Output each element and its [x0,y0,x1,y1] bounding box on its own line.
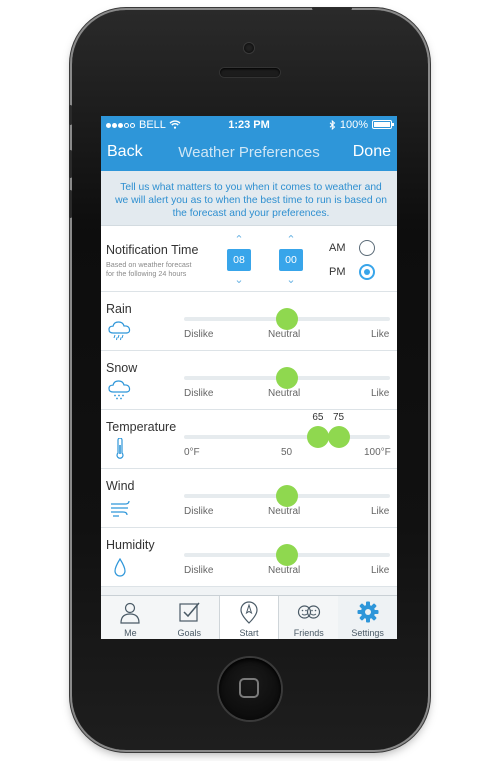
temperature-low-knob[interactable] [306,426,329,448]
wifi-icon [169,120,181,129]
gear-icon [357,601,379,623]
snow-slider-knob[interactable] [276,367,298,389]
home-square-icon [239,678,259,698]
rain-cloud-icon [108,321,131,341]
signal-dots-icon [106,119,136,131]
home-button[interactable] [219,658,281,720]
notification-time-section: Notification Time Based on weather forec… [101,226,397,292]
humidity-slider-knob[interactable] [276,544,298,566]
pref-title: Wind [106,479,135,493]
like-label: Like [371,329,390,340]
dislike-label: Dislike [184,329,214,340]
temperature-high-knob[interactable] [327,426,350,448]
rain-preference: Rain Dislike Neutral Like [101,292,397,351]
person-icon [120,602,140,624]
battery-percent: 100% [339,118,368,131]
compass-pin-icon [240,601,258,624]
neutral-label: Neutral [268,329,301,340]
mute-switch [69,105,72,125]
snow-cloud-icon [108,380,131,400]
earpiece-speaker [220,68,280,77]
tab-settings[interactable]: Settings [338,596,397,639]
minute-value[interactable]: 00 [279,249,303,271]
tab-me[interactable]: Me [101,596,160,639]
min-temp-label: 0°F [184,447,200,458]
wind-slider-knob[interactable] [276,485,298,507]
carrier-label: BELL [139,118,166,131]
minute-down-chevron-icon[interactable]: ⌄ [279,274,303,286]
minute-picker: ⌃ 00 ⌄ [279,234,303,286]
hour-picker: ⌃ 08 ⌄ [227,234,251,286]
tab-goals[interactable]: Goals [160,596,219,639]
pref-title: Temperature [106,420,177,434]
wind-icon [111,500,130,517]
dislike-label: Dislike [184,565,214,576]
rain-slider-knob[interactable] [276,308,298,330]
temperature-high-value: 75 [332,412,345,423]
temperature-low-value: 65 [312,412,324,423]
pref-title: Rain [106,302,132,316]
power-button [312,7,352,10]
thermometer-icon [116,438,124,459]
drop-icon [114,557,126,577]
nav-bar: Back Weather Preferences Done [101,133,397,171]
am-radio[interactable] [359,240,375,256]
notification-title: Notification Time [106,243,199,257]
back-button[interactable]: Back [107,143,143,161]
front-camera [244,43,254,53]
notification-subtitle: Based on weather forecast for the follow… [106,260,192,278]
pref-title: Humidity [106,538,155,552]
minute-up-chevron-icon[interactable]: ⌃ [279,234,303,246]
neutral-label: Neutral [268,565,301,576]
volume-up-button [69,150,72,178]
pm-radio[interactable] [359,264,375,280]
tab-bar: Me Goals Start Friends Settings [101,595,397,639]
neutral-label: Neutral [268,506,301,517]
dislike-label: Dislike [184,506,214,517]
battery-icon [372,120,394,129]
mid-temp-label: 50 [281,447,293,458]
intro-text: Tell us what matters to you when it come… [101,171,397,226]
neutral-label: Neutral [268,388,301,399]
temperature-preference: Temperature 65 75 0°F 50 100°F [101,410,397,469]
snow-preference: Snow Dislike Neutral Like [101,351,397,410]
humidity-preference: Humidity Dislike Neutral Like [101,528,397,587]
pref-title: Snow [106,361,138,375]
tab-start[interactable]: Start [218,596,280,639]
hour-up-chevron-icon[interactable]: ⌃ [227,234,251,246]
bluetooth-icon [329,119,336,130]
tab-friends[interactable]: Friends [279,596,338,639]
volume-down-button [69,190,72,218]
app-screen: BELL 1:23 PM 100% Back Weather Preferenc… [101,116,397,639]
status-bar: BELL 1:23 PM 100% [101,116,397,133]
like-label: Like [371,388,390,399]
done-button[interactable]: Done [353,143,391,161]
like-label: Like [371,506,390,517]
hour-value[interactable]: 08 [227,249,251,271]
dislike-label: Dislike [184,388,214,399]
temperature-slider-track[interactable] [184,435,390,439]
max-temp-label: 100°F [364,447,391,458]
friends-icon [297,605,320,619]
like-label: Like [371,565,390,576]
pm-label: PM [329,266,346,278]
wind-preference: Wind Dislike Neutral Like [101,469,397,528]
hour-down-chevron-icon[interactable]: ⌄ [227,274,251,286]
checkbox-icon [179,602,200,622]
am-label: AM [329,242,346,254]
